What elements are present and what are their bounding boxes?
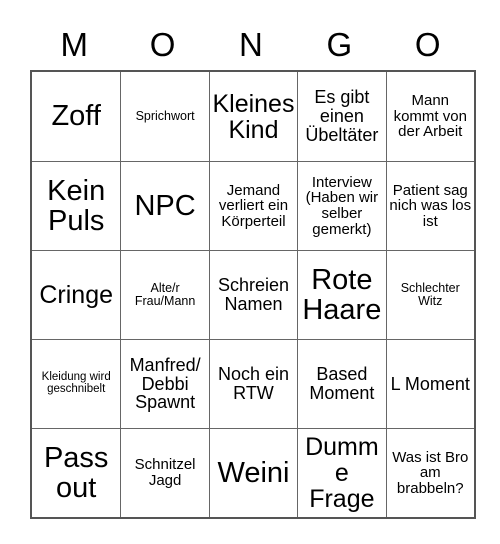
bingo-cell[interactable]: Schlechter Witz xyxy=(385,250,474,339)
bingo-cell[interactable]: Jemand verliert ein Körperteil xyxy=(208,161,298,250)
bingo-cell-label: Was ist Bro am brabbeln? xyxy=(392,448,469,497)
bingo-cell[interactable]: Cringe xyxy=(32,250,121,339)
bingo-cell-label: Alte/r Frau/Mann xyxy=(134,281,196,308)
bingo-cell[interactable]: Schreien Namen xyxy=(208,250,298,339)
bingo-cell[interactable]: Interview (Haben wir selber gemerkt) xyxy=(297,161,386,250)
bingo-cell[interactable]: Alte/r Frau/Mann xyxy=(120,250,209,339)
bingo-cell-label: Schlechter Witz xyxy=(400,281,460,308)
bingo-cell[interactable]: L Moment xyxy=(385,339,474,428)
bingo-cell[interactable]: Was ist Bro am brabbeln? xyxy=(385,428,474,517)
bingo-cell[interactable]: Based Moment xyxy=(297,339,386,428)
bingo-cell-label: L Moment xyxy=(390,373,470,394)
bingo-cell-label: Schnitzel Jagd xyxy=(134,456,196,489)
bingo-cell-label: Es gibt einen Übeltäter xyxy=(305,87,379,145)
header-letter-2: N xyxy=(239,25,263,63)
bingo-cell[interactable]: Es gibt einen Übeltäter xyxy=(297,72,386,161)
bingo-cell[interactable]: Noch ein RTW xyxy=(208,339,298,428)
bingo-cell[interactable]: Kleidung wird geschnibelt xyxy=(32,339,121,428)
bingo-cell-label: Rote Haare xyxy=(302,263,382,326)
bingo-cell[interactable]: Dumme Frage xyxy=(297,428,386,517)
bingo-cell[interactable]: Mann kommt von der Arbeit xyxy=(385,72,474,161)
bingo-cell-label: Patient sag nich was los ist xyxy=(389,181,472,230)
bingo-cell-label: Kleidung wird geschnibelt xyxy=(41,371,111,395)
bingo-row: Kleidung wird geschnibelt Manfred/ Debbi… xyxy=(32,339,474,428)
bingo-row: Kein Puls NPC Jemand verliert ein Körper… xyxy=(32,161,474,250)
bingo-header-row: M O N G O xyxy=(30,18,472,70)
bingo-cell-label: Based Moment xyxy=(309,364,375,403)
bingo-cell-label: Noch ein RTW xyxy=(217,364,289,403)
bingo-cell[interactable]: Zoff xyxy=(32,72,121,161)
bingo-row: Cringe Alte/r Frau/Mann Schreien Namen R… xyxy=(32,250,474,339)
bingo-cell-label: Dumme Frage xyxy=(305,433,379,513)
bingo-cell-label: Jemand verliert ein Körperteil xyxy=(218,181,289,230)
bingo-cell[interactable]: Pass out xyxy=(32,428,121,517)
header-letter-3: G xyxy=(326,25,353,63)
bingo-cell[interactable]: Schnitzel Jagd xyxy=(120,428,209,517)
bingo-cell[interactable]: Rote Haare xyxy=(297,250,386,339)
header-letter-0: M xyxy=(60,25,88,63)
bingo-cell-label: Zoff xyxy=(51,100,101,133)
bingo-cell[interactable]: Weini xyxy=(208,428,298,517)
bingo-cell[interactable]: Kleines Kind xyxy=(208,72,298,161)
bingo-cell-label: Weini xyxy=(217,456,290,489)
bingo-card: M O N G O Zoff Sprichwort Kleines Kind E… xyxy=(30,18,476,519)
bingo-cell[interactable]: NPC xyxy=(120,161,209,250)
bingo-grid: Zoff Sprichwort Kleines Kind Es gibt ein… xyxy=(30,70,476,519)
bingo-cell-label: Pass out xyxy=(43,441,109,504)
bingo-cell[interactable]: Patient sag nich was los ist xyxy=(385,161,474,250)
bingo-cell-label: Mann kommt von der Arbeit xyxy=(393,92,467,141)
bingo-cell-label: Cringe xyxy=(39,281,114,309)
bingo-cell[interactable]: Sprichwort xyxy=(120,72,209,161)
header-letter-4: O xyxy=(414,25,441,63)
bingo-row: Zoff Sprichwort Kleines Kind Es gibt ein… xyxy=(32,72,474,161)
bingo-cell-label: NPC xyxy=(134,189,196,222)
bingo-cell-label: Sprichwort xyxy=(135,109,195,123)
bingo-cell-label: Kleines Kind xyxy=(212,89,295,144)
bingo-cell-label: Manfred/ Debbi Spawnt xyxy=(129,354,201,413)
header-letter-1: O xyxy=(149,25,176,63)
bingo-cell[interactable]: Kein Puls xyxy=(32,161,121,250)
bingo-cell-label: Schreien Namen xyxy=(217,275,289,314)
bingo-row: Pass out Schnitzel Jagd Weini Dumme Frag… xyxy=(32,428,474,517)
bingo-cell[interactable]: Manfred/ Debbi Spawnt xyxy=(120,339,209,428)
bingo-cell-label: Interview (Haben wir selber gemerkt) xyxy=(305,173,379,238)
bingo-cell-label: Kein Puls xyxy=(47,174,106,237)
